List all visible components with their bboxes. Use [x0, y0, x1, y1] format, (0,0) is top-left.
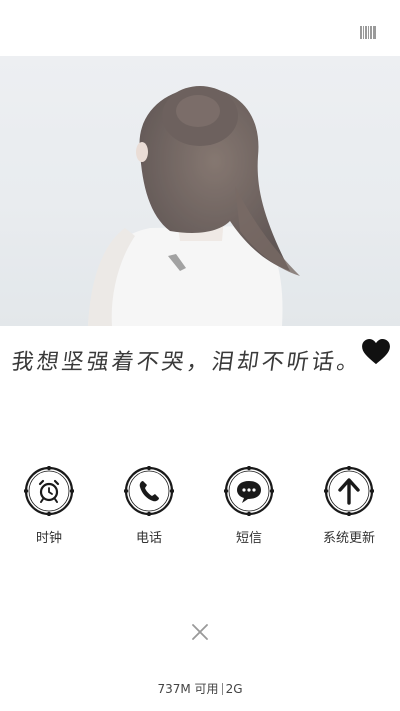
sms-app[interactable]: 短信: [209, 466, 289, 546]
heart-icon: [362, 339, 390, 365]
quote-text: 我想坚强着不哭，泪却不听话。: [9, 350, 364, 375]
alarm-clock-icon: [24, 466, 74, 516]
phone-icon: [124, 466, 174, 516]
close-icon[interactable]: [188, 620, 212, 644]
system-update-app[interactable]: 系统更新: [309, 466, 389, 546]
phone-label: 电话: [135, 531, 162, 546]
arrow-up-icon: [324, 466, 374, 516]
sms-label: 短信: [235, 531, 262, 546]
phone-app[interactable]: 电话: [109, 466, 189, 546]
memory-status: 737M 可用 2G: [0, 680, 400, 697]
hero-photo: [0, 56, 400, 326]
system-update-label: 系统更新: [322, 531, 375, 546]
app-shortcuts: 时钟 电话 短信 系统更新: [0, 466, 400, 556]
top-bar: [0, 0, 400, 56]
memory-available: 737M 可用: [157, 682, 219, 696]
message-bubble-icon: [224, 466, 274, 516]
clock-label: 时钟: [35, 531, 62, 546]
divider: [221, 683, 223, 695]
barcode-icon[interactable]: [360, 26, 376, 39]
clock-app[interactable]: 时钟: [9, 466, 89, 546]
network-type: 2G: [225, 682, 243, 696]
